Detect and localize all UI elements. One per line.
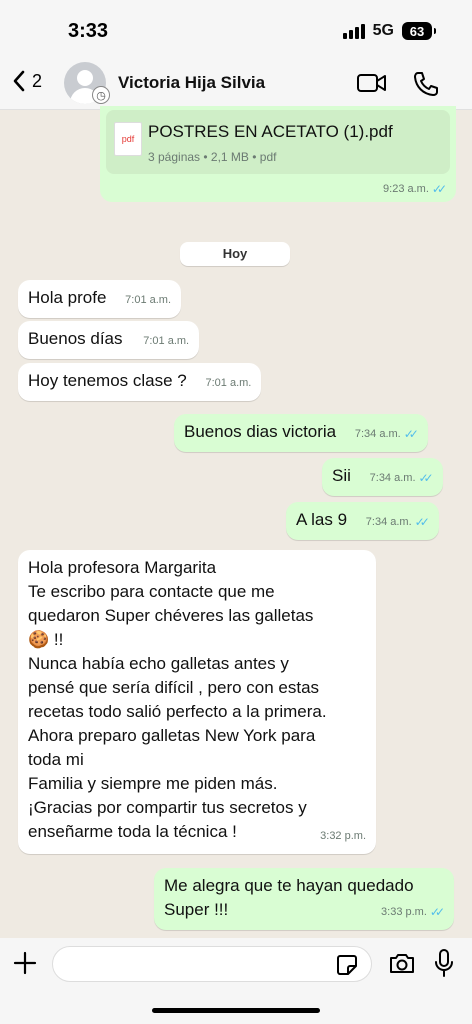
message-line: 🍪 !! xyxy=(28,630,64,649)
home-indicator xyxy=(152,1008,320,1013)
camera-icon[interactable] xyxy=(388,950,416,976)
message-text: Hola profe xyxy=(28,288,107,307)
message-bubble-incoming[interactable]: Hola profe 7:01 a.m. xyxy=(18,280,182,318)
sticker-icon[interactable] xyxy=(336,954,358,976)
pdf-subtitle: 3 páginas • 2,1 MB • pdf xyxy=(148,150,277,164)
read-ticks-icon: ✓✓ xyxy=(418,471,434,485)
message-time: 7:34 a.m. xyxy=(354,428,401,440)
plus-icon[interactable] xyxy=(12,950,38,976)
message-line: Nunca había echo galletas antes y xyxy=(28,654,289,673)
day-separator: Hoy xyxy=(180,242,290,266)
read-ticks-icon: ✓✓ xyxy=(403,427,419,441)
video-call-icon[interactable] xyxy=(356,70,388,96)
message-line: Te escribo para contacte que me xyxy=(28,582,275,601)
battery-icon: 63 xyxy=(402,22,436,40)
status-indicators: 5G 63 xyxy=(342,22,436,40)
message-text: Buenos días xyxy=(28,329,123,348)
back-button[interactable]: 2 xyxy=(12,70,42,92)
message-line: Me alegra que te hayan quedado xyxy=(164,876,414,895)
message-bubble-outgoing[interactable]: A las 9 7:34 a.m. ✓✓ xyxy=(286,502,439,540)
message-line: recetas todo salió perfecto a la primera… xyxy=(28,702,327,721)
message-bubble-incoming[interactable]: Hoy tenemos clase ? 7:01 a.m. xyxy=(18,363,262,401)
message-time: 7:01 a.m. xyxy=(125,294,172,306)
message-bubble-incoming[interactable]: Buenos días 7:01 a.m. xyxy=(18,321,200,359)
message-time: 7:34 a.m. xyxy=(369,472,416,484)
read-ticks-icon: ✓✓ xyxy=(414,515,430,529)
pdf-message[interactable]: pdf POSTRES EN ACETATO (1).pdf 3 páginas… xyxy=(100,106,456,202)
chat-header: 2 ◷ Victoria Hija Silvia xyxy=(0,60,472,110)
message-time: 9:23 a.m. xyxy=(383,183,429,195)
read-ticks-icon: ✓✓ xyxy=(431,182,447,196)
message-text: Hoy tenemos clase ? xyxy=(28,371,187,390)
message-text: Sii xyxy=(332,466,351,485)
message-input[interactable] xyxy=(52,946,372,982)
message-line: Hola profesora Margarita xyxy=(28,558,217,577)
message-bubble-outgoing[interactable]: Buenos dias victoria 7:34 a.m. ✓✓ xyxy=(174,414,428,452)
message-time: 3:32 p.m. xyxy=(320,830,366,842)
message-line: quedaron Super chéveres las galletas xyxy=(28,606,314,625)
message-text: A las 9 xyxy=(296,510,348,529)
message-time: 3:33 p.m. xyxy=(381,906,427,918)
message-text: Buenos dias victoria xyxy=(184,422,337,441)
message-line: ¡Gracias por compartir tus secretos y xyxy=(28,798,307,817)
status-time: 3:33 xyxy=(68,20,109,42)
message-line: enseñarme toda la técnica ! xyxy=(28,822,237,841)
message-meta: 9:23 a.m. ✓✓ xyxy=(383,182,447,196)
chevron-left-icon xyxy=(13,70,25,92)
clock-badge-icon: ◷ xyxy=(92,86,110,104)
message-bubble-outgoing[interactable]: Me alegra que te hayan quedado Super !!!… xyxy=(154,868,454,930)
signal-icon xyxy=(342,23,365,39)
phone-call-icon[interactable] xyxy=(412,70,440,98)
status-bar: 3:33 5G 63 xyxy=(0,0,472,60)
message-time: 7:01 a.m. xyxy=(143,335,190,347)
message-time: 7:34 a.m. xyxy=(365,516,412,528)
read-ticks-icon: ✓✓ xyxy=(429,905,445,919)
message-line: pensé que sería difícil , pero con estas xyxy=(28,678,320,697)
message-time: 7:01 a.m. xyxy=(205,377,252,389)
microphone-icon[interactable] xyxy=(434,948,454,978)
message-line: Ahora preparo galletas New York para xyxy=(28,726,316,745)
message-bubble-outgoing[interactable]: Sii 7:34 a.m. ✓✓ xyxy=(322,458,443,496)
pdf-file-icon: pdf xyxy=(114,122,142,156)
network-type: 5G xyxy=(372,22,394,39)
message-bubble-incoming[interactable]: Hola profesora Margarita Te escribo para… xyxy=(18,550,376,854)
pdf-title: POSTRES EN ACETATO (1).pdf xyxy=(148,122,393,141)
message-line: Familia y siempre me piden más. xyxy=(28,774,278,793)
message-line: toda mi xyxy=(28,750,84,769)
unread-count: 2 xyxy=(32,70,43,91)
pdf-attachment[interactable]: pdf POSTRES EN ACETATO (1).pdf 3 páginas… xyxy=(106,110,450,174)
contact-name[interactable]: Victoria Hija Silvia xyxy=(118,73,265,93)
